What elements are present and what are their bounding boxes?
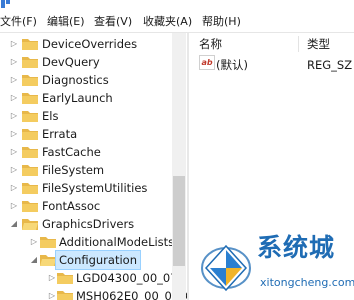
title-bar bbox=[0, 0, 354, 8]
folder-icon bbox=[22, 147, 38, 158]
column-header-type[interactable]: 类型 bbox=[307, 33, 330, 55]
regedit-app-icon bbox=[1, 0, 10, 8]
menu-bar: 文件(F) 编辑(E) 查看(V) 收藏夹(A) 帮助(H) bbox=[0, 12, 354, 33]
folder-icon bbox=[22, 165, 38, 176]
registry-tree[interactable]: ▷ DeviceOverrides ▷ DevQuery ▷ Diagnosti… bbox=[0, 33, 187, 300]
menu-help[interactable]: 帮助(H) bbox=[202, 12, 241, 32]
column-header-name[interactable]: 名称 bbox=[199, 33, 222, 55]
folder-icon bbox=[40, 237, 56, 248]
value-name: (默认) bbox=[216, 58, 248, 72]
column-separator[interactable] bbox=[298, 36, 299, 52]
folder-icon bbox=[22, 57, 38, 68]
watermark-text: 系统城 bbox=[257, 233, 336, 262]
value-row-default[interactable]: ab (默认) REG_SZ bbox=[190, 55, 354, 75]
folder-icon bbox=[22, 39, 38, 50]
string-value-icon: ab bbox=[199, 55, 215, 70]
menu-favorites[interactable]: 收藏夹(A) bbox=[143, 12, 192, 32]
tree-item-msh062e0[interactable]: ▷ MSH062E0_00_07D bbox=[0, 285, 187, 300]
folder-icon bbox=[22, 129, 38, 140]
menu-view[interactable]: 查看(V) bbox=[94, 12, 132, 32]
folder-icon bbox=[22, 75, 38, 86]
tree-item-label: MSH062E0_00_07D bbox=[76, 289, 187, 300]
folder-icon bbox=[22, 183, 38, 194]
pane-splitter[interactable] bbox=[187, 33, 189, 300]
menu-file[interactable]: 文件(F) bbox=[0, 12, 37, 32]
folder-icon bbox=[57, 273, 73, 284]
values-list-header: 名称 类型 bbox=[190, 33, 354, 55]
watermark-url: xitongcheng.com bbox=[260, 276, 354, 289]
folder-icon bbox=[22, 111, 38, 122]
folder-icon bbox=[22, 201, 38, 212]
menu-edit[interactable]: 编辑(E) bbox=[47, 12, 85, 32]
value-type: REG_SZ bbox=[307, 58, 353, 72]
expand-arrow-icon[interactable]: ▷ bbox=[47, 285, 57, 300]
folder-icon bbox=[57, 291, 73, 300]
folder-open-icon bbox=[22, 219, 38, 230]
folder-open-icon bbox=[40, 255, 56, 266]
folder-icon bbox=[22, 93, 38, 104]
tree-scrollbar-thumb[interactable] bbox=[173, 176, 185, 266]
